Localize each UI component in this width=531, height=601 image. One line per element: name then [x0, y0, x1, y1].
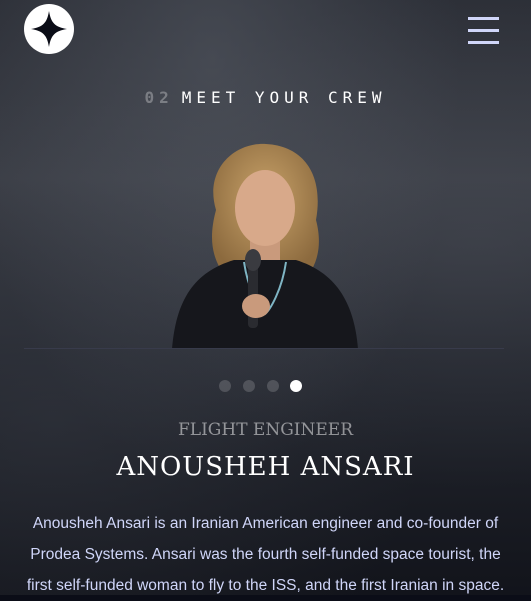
- crew-dot-1[interactable]: [219, 380, 231, 392]
- divider: [24, 348, 504, 349]
- menu-bar-top: [468, 17, 499, 20]
- hamburger-menu-icon[interactable]: [468, 17, 500, 44]
- crew-name: Anousheh Ansari: [116, 452, 415, 482]
- crew-member-photo: [172, 143, 358, 349]
- section-number: 02: [144, 88, 174, 107]
- star-logo-icon: [31, 11, 67, 47]
- page-title: 02 MEET YOUR CREW: [0, 88, 531, 107]
- crew-bio: Anousheh Ansari is an Iranian American e…: [26, 515, 505, 594]
- logo[interactable]: [24, 4, 74, 54]
- crew-dot-2[interactable]: [243, 380, 255, 392]
- menu-bar-middle: [468, 29, 499, 32]
- crew-role: Flight Engineer: [177, 420, 354, 440]
- menu-bar-bottom: [468, 41, 499, 44]
- crew-dot-3[interactable]: [267, 380, 279, 392]
- crew-dot-4[interactable]: [290, 380, 302, 392]
- section-title-text: MEET YOUR CREW: [181, 88, 387, 107]
